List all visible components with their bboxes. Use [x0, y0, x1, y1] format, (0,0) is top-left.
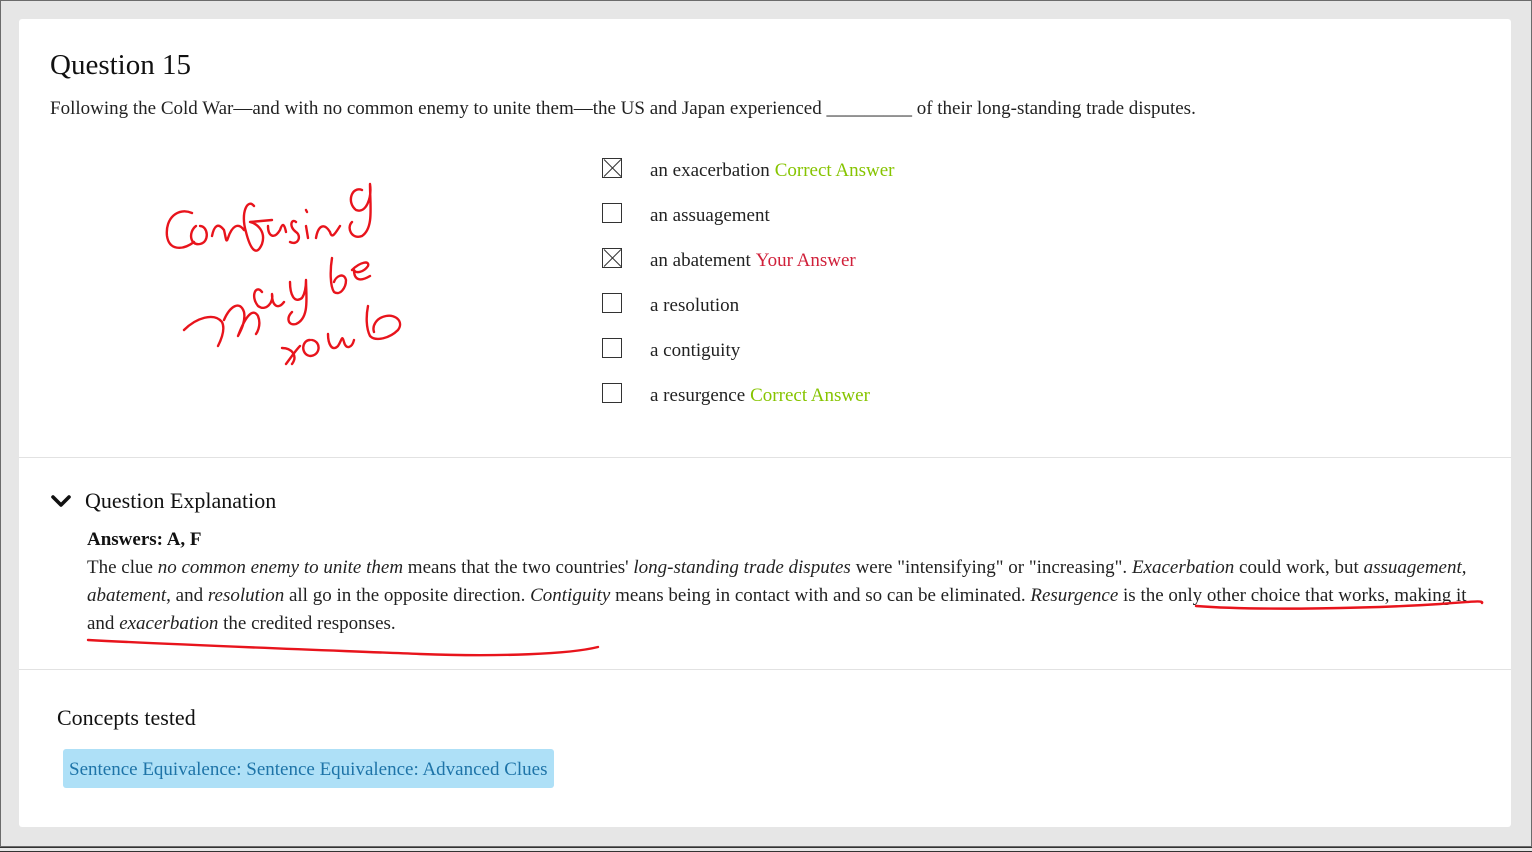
chevron-down-icon[interactable]	[50, 490, 72, 512]
option-text: a resurgence	[650, 385, 746, 406]
option-d[interactable]: a resolution	[602, 293, 1202, 338]
option-text: an assuagement	[650, 205, 770, 226]
checkbox-icon[interactable]	[602, 203, 622, 223]
option-b[interactable]: an assuagement	[602, 203, 1202, 248]
option-label: an abatement Your Answer	[650, 250, 856, 272]
question-stem: Following the Cold War—and with no commo…	[50, 98, 1196, 119]
concept-tag-link[interactable]: Sentence Equivalence: Sentence Equivalen…	[63, 749, 554, 788]
option-e[interactable]: a contiguity	[602, 338, 1202, 383]
checkbox-icon[interactable]	[602, 383, 622, 403]
question-title: Question 15	[50, 49, 191, 81]
option-text: an exacerbation	[650, 160, 770, 181]
explanation-title: Question Explanation	[85, 488, 277, 513]
your-answer-tag: Your Answer	[755, 250, 856, 271]
explanation-text: The clue no common enemy to unite them m…	[87, 557, 1467, 634]
checkbox-checked-icon[interactable]	[602, 248, 622, 268]
section-divider	[19, 457, 1511, 458]
answer-options: an exacerbation Correct Answer an assuage…	[602, 158, 1202, 428]
checkbox-icon[interactable]	[602, 338, 622, 358]
option-text: a contiguity	[650, 340, 741, 361]
option-c[interactable]: an abatement Your Answer	[602, 248, 1202, 293]
option-text: an abatement	[650, 250, 751, 271]
concepts-title: Concepts tested	[57, 705, 196, 730]
option-label: a contiguity	[650, 340, 740, 362]
checkbox-icon[interactable]	[602, 293, 622, 313]
bottom-border	[0, 847, 1532, 852]
option-label: a resurgence Correct Answer	[650, 385, 870, 407]
option-label: an exacerbation Correct Answer	[650, 160, 895, 182]
correct-answer-tag: Correct Answer	[750, 385, 870, 406]
option-label: an assuagement	[650, 205, 770, 227]
option-a[interactable]: an exacerbation Correct Answer	[602, 158, 1202, 203]
explanation-toggle[interactable]: Question Explanation	[50, 488, 276, 514]
checkbox-checked-icon[interactable]	[602, 158, 622, 178]
option-f[interactable]: a resurgence Correct Answer	[602, 383, 1202, 428]
answers-summary: Answers: A, F	[87, 529, 202, 550]
question-card: Question 15 Following the Cold War—and w…	[19, 19, 1511, 827]
section-divider	[19, 669, 1511, 670]
option-text: a resolution	[650, 295, 740, 316]
correct-answer-tag: Correct Answer	[774, 160, 895, 181]
option-label: a resolution	[650, 295, 739, 317]
